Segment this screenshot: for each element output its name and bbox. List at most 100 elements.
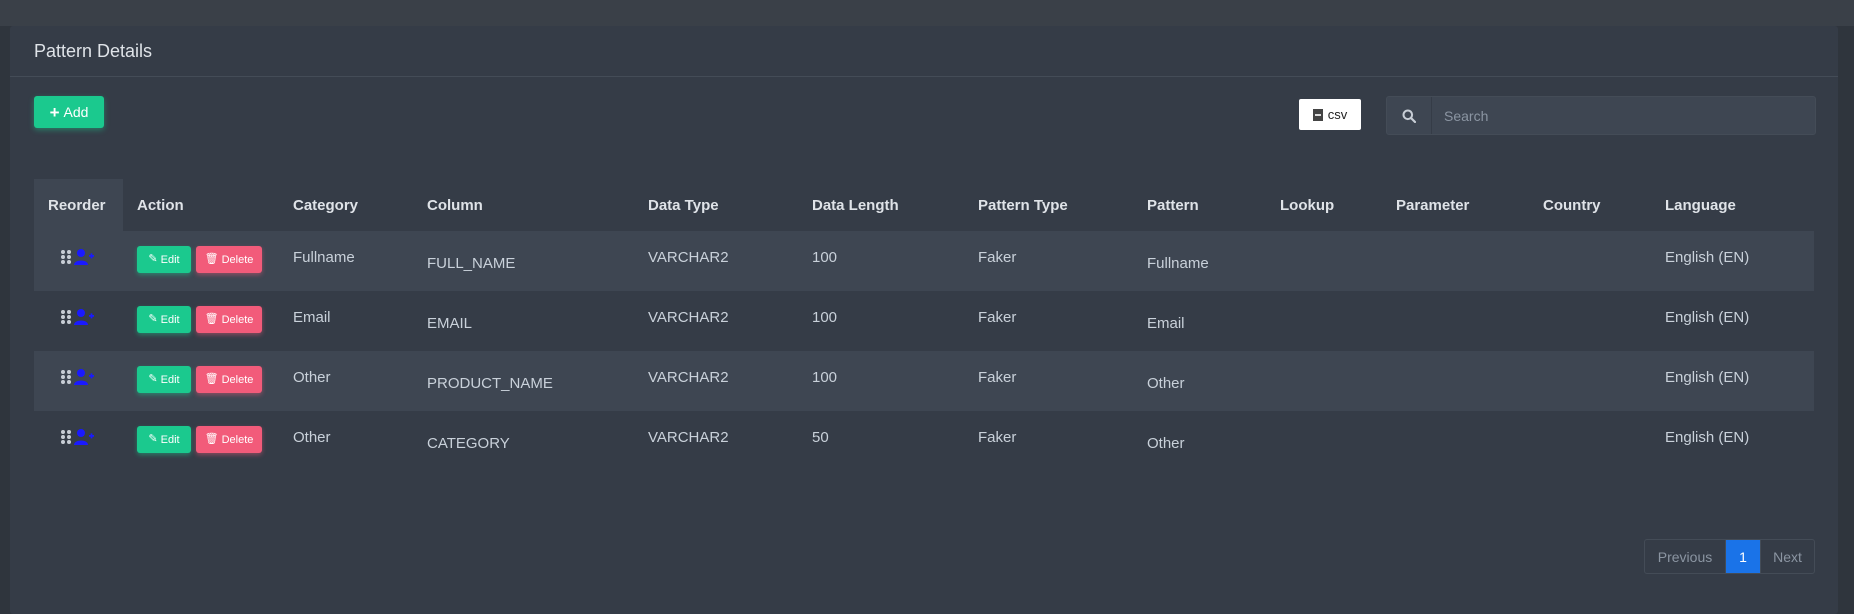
- user-plus-icon[interactable]: [73, 308, 95, 326]
- edit-icon: ✎: [148, 253, 158, 265]
- cell-language: English (EN): [1665, 249, 1750, 266]
- cell-parameter: [1382, 351, 1529, 369]
- header-column: Column: [427, 196, 483, 214]
- trash-icon: 🗑: [204, 433, 219, 445]
- cell-lookup: [1266, 351, 1382, 369]
- cell-pattern-type: Faker: [978, 369, 1017, 386]
- add-button-label: Add: [63, 104, 89, 120]
- edit-button[interactable]: ✎ Edit: [137, 366, 191, 393]
- cell-country: [1529, 351, 1651, 369]
- edit-label: Edit: [160, 313, 180, 326]
- trash-icon: 🗑: [204, 253, 219, 265]
- delete-label: Delete: [221, 253, 254, 266]
- action-cell: ✎ Edit 🗑 Delete: [123, 351, 279, 393]
- header-country: Country: [1543, 196, 1601, 214]
- drag-handle-icon[interactable]: [61, 430, 71, 444]
- cell-pattern: Fullname: [1147, 255, 1209, 272]
- cell-pattern: Other: [1147, 375, 1185, 392]
- user-plus-icon[interactable]: [73, 248, 95, 266]
- cell-pattern: Other: [1147, 435, 1185, 452]
- toolbar: + Add csv: [10, 77, 1838, 177]
- cell-data-type: VARCHAR2: [648, 429, 729, 446]
- action-cell: ✎ Edit 🗑 Delete: [123, 411, 279, 453]
- plus-icon: +: [49, 102, 60, 122]
- edit-icon: ✎: [148, 433, 158, 445]
- cell-lookup: [1266, 411, 1382, 429]
- csv-export-button[interactable]: csv: [1299, 99, 1361, 130]
- edit-label: Edit: [160, 373, 180, 386]
- action-cell: ✎ Edit 🗑 Delete: [123, 231, 279, 273]
- pagination: Previous 1 Next: [1644, 539, 1815, 574]
- cell-data-type: VARCHAR2: [648, 309, 729, 326]
- drag-handle-icon[interactable]: [61, 370, 71, 384]
- user-plus-icon[interactable]: [73, 368, 95, 386]
- pattern-details-card: Pattern Details + Add csv Search Reorder…: [10, 26, 1838, 614]
- header-pattern: Pattern: [1147, 196, 1199, 214]
- header-lookup: Lookup: [1280, 196, 1335, 214]
- cell-data-length: 50: [812, 429, 829, 446]
- edit-button[interactable]: ✎ Edit: [137, 426, 191, 453]
- cell-column: EMAIL: [427, 315, 473, 332]
- cell-column: CATEGORY: [427, 435, 510, 452]
- header-action: Action: [137, 196, 184, 214]
- pattern-table: Reorder Action Category Column Data Type…: [34, 179, 1814, 471]
- page: Pattern Details + Add csv Search Reorder…: [0, 0, 1854, 614]
- cell-pattern-type: Faker: [978, 429, 1017, 446]
- table-row: ✎ Edit 🗑 Delete Other CATEGORY VARCHAR2 …: [34, 411, 1814, 471]
- cell-parameter: [1382, 231, 1529, 249]
- file-csv-icon: [1312, 108, 1323, 121]
- page-1-button[interactable]: 1: [1726, 540, 1760, 573]
- header-reorder: Reorder: [34, 179, 123, 231]
- card-title: Pattern Details: [34, 40, 153, 61]
- trash-icon: 🗑: [204, 373, 219, 385]
- delete-button[interactable]: 🗑 Delete: [196, 426, 262, 453]
- drag-handle-icon[interactable]: [61, 250, 71, 264]
- header-data-length: Data Length: [812, 196, 899, 214]
- delete-label: Delete: [221, 433, 254, 446]
- header-language: Language: [1665, 196, 1736, 214]
- header-parameter: Parameter: [1396, 196, 1470, 214]
- next-page-button[interactable]: Next: [1760, 540, 1814, 573]
- cell-pattern-type: Faker: [978, 249, 1017, 266]
- edit-button[interactable]: ✎ Edit: [137, 246, 191, 273]
- cell-column: PRODUCT_NAME: [427, 375, 553, 392]
- cell-data-length: 100: [812, 309, 838, 326]
- cell-category: Fullname: [293, 249, 355, 266]
- cell-country: [1529, 291, 1651, 309]
- previous-page-button[interactable]: Previous: [1645, 540, 1726, 573]
- delete-label: Delete: [221, 313, 254, 326]
- delete-button[interactable]: 🗑 Delete: [196, 306, 262, 333]
- user-plus-icon[interactable]: [73, 428, 95, 446]
- search-box: [1386, 96, 1816, 135]
- cell-data-type: VARCHAR2: [648, 369, 729, 386]
- edit-label: Edit: [160, 253, 180, 266]
- edit-label: Edit: [160, 433, 180, 446]
- reorder-cell: [34, 411, 123, 446]
- cell-category: Email: [293, 309, 331, 326]
- edit-icon: ✎: [148, 313, 158, 325]
- cell-language: English (EN): [1665, 369, 1750, 386]
- cell-category: Other: [293, 429, 331, 446]
- cell-parameter: [1382, 291, 1529, 309]
- header-category: Category: [293, 196, 359, 214]
- edit-button[interactable]: ✎ Edit: [137, 306, 191, 333]
- add-button[interactable]: + Add: [34, 96, 104, 128]
- delete-label: Delete: [221, 373, 254, 386]
- drag-handle-icon[interactable]: [61, 310, 71, 324]
- cell-country: [1529, 231, 1651, 249]
- card-header: Pattern Details: [10, 26, 1838, 77]
- cell-column: FULL_NAME: [427, 255, 516, 272]
- cell-language: English (EN): [1665, 309, 1750, 326]
- search-icon: [1387, 97, 1432, 134]
- delete-button[interactable]: 🗑 Delete: [196, 246, 262, 273]
- edit-icon: ✎: [148, 373, 158, 385]
- cell-lookup: [1266, 291, 1382, 309]
- reorder-cell: [34, 231, 123, 266]
- search-input[interactable]: [1432, 97, 1815, 134]
- table-row: ✎ Edit 🗑 Delete Email EMAIL VARCHAR2 100…: [34, 291, 1814, 351]
- cell-category: Other: [293, 369, 331, 386]
- action-cell: ✎ Edit 🗑 Delete: [123, 291, 279, 333]
- cell-country: [1529, 411, 1651, 429]
- delete-button[interactable]: 🗑 Delete: [196, 366, 262, 393]
- trash-icon: 🗑: [204, 313, 219, 325]
